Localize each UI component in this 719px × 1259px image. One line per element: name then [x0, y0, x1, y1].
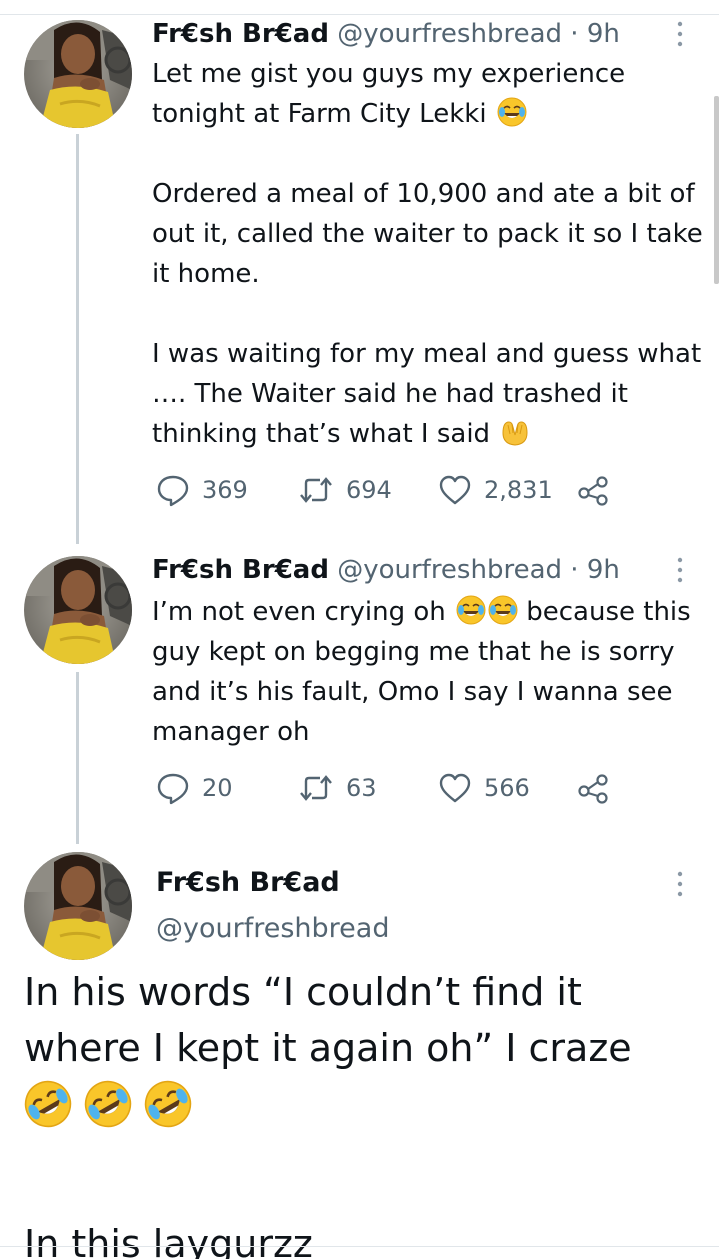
scrollbar[interactable]: [714, 96, 719, 284]
vertical-dots-icon: [677, 21, 683, 47]
like-count: 2,831: [484, 476, 553, 504]
avatar[interactable]: [24, 556, 132, 664]
retweet-arrows-icon: [300, 775, 332, 801]
share-nodes-icon: [578, 476, 608, 506]
avatar[interactable]: [24, 20, 132, 128]
retweet-button[interactable]: 63: [298, 768, 377, 808]
tweet-header: Fr€sh Br€ad @yourfreshbread · 9h: [152, 16, 620, 52]
speech-bubble-icon: [157, 773, 189, 805]
separator-dot: ·: [570, 555, 579, 585]
speech-bubble-icon: [157, 475, 189, 507]
more-options-button[interactable]: [662, 16, 698, 52]
tweet-text: Let me gist you guys my experience tonig…: [152, 54, 712, 454]
like-count: 566: [484, 774, 530, 802]
bottom-divider: [0, 1246, 719, 1247]
tweet-paragraph: Ordered a meal of 10,900 and ate a bit o…: [152, 179, 703, 289]
share-button[interactable]: [576, 768, 610, 808]
thread-connector: [76, 672, 79, 844]
user-handle[interactable]: @yourfreshbread: [337, 19, 562, 49]
like-button[interactable]: 2,831: [438, 470, 553, 510]
display-name[interactable]: Fr€sh Br€ad: [156, 864, 340, 902]
face-with-tears-of-joy-icon: [488, 595, 518, 625]
display-name[interactable]: Fr€sh Br€ad: [152, 555, 329, 585]
tweet-header: Fr€sh Br€ad @yourfreshbread · 9h: [152, 552, 620, 588]
vertical-dots-icon: [677, 871, 683, 897]
tweet-paragraph: In his words “I couldn’t find it where I…: [24, 970, 632, 1070]
tweet-paragraph: I’m not even crying oh: [152, 597, 446, 627]
tweet-time[interactable]: 9h: [587, 555, 620, 585]
reply-button[interactable]: 369: [156, 470, 248, 510]
separator-dot: ·: [570, 19, 579, 49]
emoji-row: [24, 1076, 704, 1132]
more-options-button[interactable]: [662, 866, 698, 902]
avatar[interactable]: [24, 852, 132, 960]
tweet-time[interactable]: 9h: [587, 19, 620, 49]
more-options-button[interactable]: [662, 552, 698, 588]
display-name[interactable]: Fr€sh Br€ad: [152, 19, 329, 49]
user-handle[interactable]: @yourfreshbread: [337, 555, 562, 585]
face-with-tears-of-joy-icon: [456, 595, 486, 625]
vertical-dots-icon: [677, 557, 683, 583]
tweet-paragraph: I was waiting for my meal and guess what…: [152, 339, 702, 449]
main-tweet-text: In his words “I couldn’t find it where I…: [24, 964, 704, 1259]
rolling-on-the-floor-laughing-icon: [24, 1080, 72, 1128]
top-divider: [0, 14, 719, 15]
tweet-paragraph: In this laygurzz: [24, 1222, 313, 1259]
retweet-count: 694: [346, 476, 392, 504]
heart-outline-icon: [439, 475, 471, 505]
palms-up-together-icon: [502, 421, 528, 446]
share-button[interactable]: [576, 470, 610, 510]
retweet-count: 63: [346, 774, 377, 802]
thread-connector: [76, 134, 79, 544]
rolling-on-the-floor-laughing-icon: [144, 1080, 192, 1128]
heart-outline-icon: [439, 773, 471, 803]
retweet-button[interactable]: 694: [298, 470, 392, 510]
tweet-actions: 20 63 566: [152, 768, 632, 808]
share-nodes-icon: [578, 774, 608, 804]
tweet-text: I’m not even crying oh because this guy …: [152, 592, 712, 752]
reply-button[interactable]: 20: [156, 768, 233, 808]
face-with-tears-of-joy-icon: [497, 97, 527, 127]
tweet-paragraph: Let me gist you guys my experience tonig…: [152, 59, 626, 129]
reply-count: 20: [202, 774, 233, 802]
user-handle[interactable]: @yourfreshbread: [156, 910, 389, 948]
rolling-on-the-floor-laughing-icon: [84, 1080, 132, 1128]
retweet-arrows-icon: [300, 477, 332, 503]
like-button[interactable]: 566: [438, 768, 530, 808]
tweet-actions: 369 694 2,831: [152, 470, 632, 510]
reply-count: 369: [202, 476, 248, 504]
